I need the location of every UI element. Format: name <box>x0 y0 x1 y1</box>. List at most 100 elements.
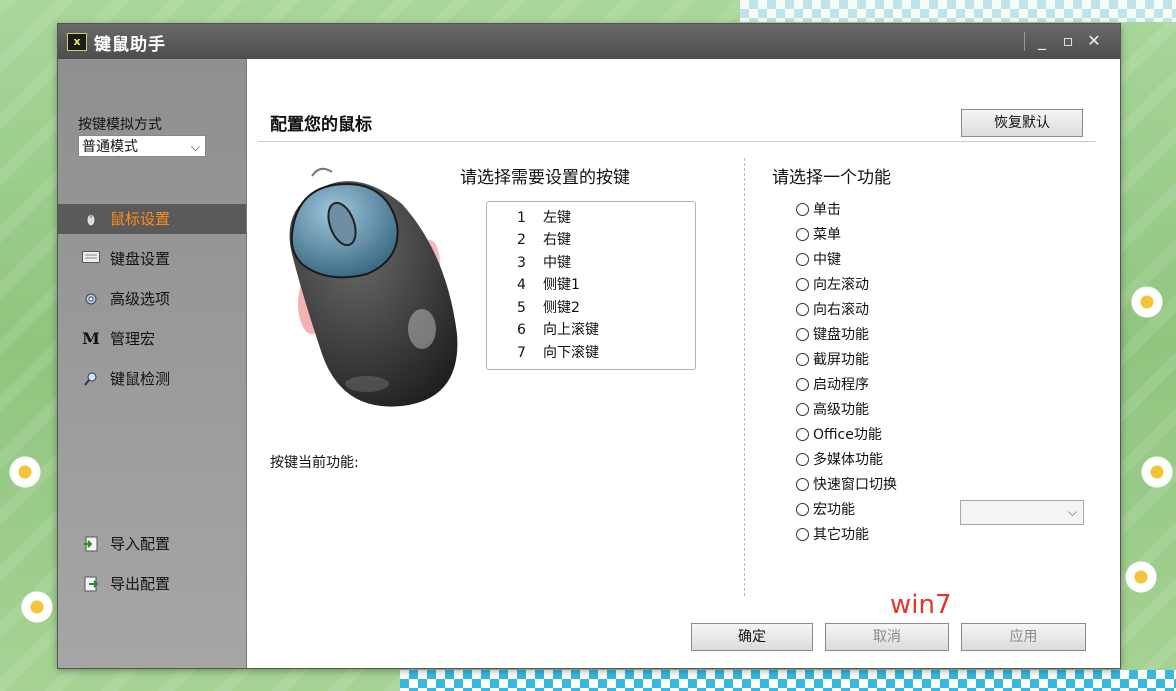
chevron-down-icon: ⌵ <box>190 140 200 154</box>
sidebar-item-manage-macros[interactable]: M 管理宏 <box>58 324 246 354</box>
key-label: 右键 <box>543 232 571 248</box>
radio-circle-icon[interactable] <box>796 303 809 316</box>
list-item[interactable]: 5 侧键2 <box>517 297 580 319</box>
apply-button[interactable]: 应用 <box>961 623 1086 651</box>
simulation-mode-label: 按键模拟方式 <box>78 117 162 133</box>
sidebar-item-label: 高级选项 <box>110 290 171 308</box>
list-item[interactable]: 2 右键 <box>517 229 571 251</box>
radio-circle-icon[interactable] <box>796 503 809 516</box>
function-radio-multimedia[interactable]: 多媒体功能 <box>796 449 883 471</box>
function-radio-scroll-left[interactable]: 向左滚动 <box>796 274 869 296</box>
title-bar[interactable]: x 键鼠助手 _ ▫ ✕ <box>58 24 1120 59</box>
key-label: 侧键2 <box>543 300 580 316</box>
keyboard-icon <box>82 251 100 267</box>
maximize-button[interactable]: ▫ <box>1058 31 1078 51</box>
daisy-decoration <box>1124 560 1158 594</box>
radio-circle-icon[interactable] <box>796 278 809 291</box>
simulation-mode-select[interactable]: 普通模式 ⌵ <box>78 135 206 157</box>
function-radio-other[interactable]: 其它功能 <box>796 524 869 546</box>
radio-circle-icon[interactable] <box>796 428 809 441</box>
function-radio-keyboard[interactable]: 键盘功能 <box>796 324 869 346</box>
radio-circle-icon[interactable] <box>796 403 809 416</box>
function-radio-office[interactable]: Office功能 <box>796 424 882 446</box>
function-radio-scroll-right[interactable]: 向右滚动 <box>796 299 869 321</box>
sidebar-item-label: 导入配置 <box>110 535 171 553</box>
titlebar-divider <box>1024 32 1025 51</box>
radio-label: 截屏功能 <box>813 352 869 368</box>
macro-select[interactable]: ⌵ <box>960 500 1084 525</box>
list-item[interactable]: 6 向上滚键 <box>517 319 599 341</box>
minimize-button[interactable]: _ <box>1032 31 1052 51</box>
sidebar-item-advanced-options[interactable]: 高级选项 <box>58 284 246 314</box>
function-radio-macro[interactable]: 宏功能 <box>796 499 855 521</box>
cancel-button[interactable]: 取消 <box>825 623 949 651</box>
daisy-decoration <box>8 455 42 489</box>
simulation-mode-value: 普通模式 <box>82 139 138 155</box>
export-config-button[interactable]: 导出配置 <box>58 569 246 599</box>
key-number: 2 <box>517 232 526 248</box>
list-item[interactable]: 1 左键 <box>517 207 571 229</box>
key-list[interactable]: 1 左键 2 右键 3 中键 4 侧键1 5 侧键2 6 向上滚键 7 向下滚键 <box>486 201 696 370</box>
export-icon <box>82 576 100 592</box>
radio-label: 键盘功能 <box>813 327 869 343</box>
radio-circle-icon[interactable] <box>796 328 809 341</box>
radio-circle-icon[interactable] <box>796 528 809 541</box>
radio-circle-icon[interactable] <box>796 203 809 216</box>
app-logo-icon: x <box>67 33 87 51</box>
window-title: 键鼠助手 <box>94 35 166 55</box>
chevron-down-icon: ⌵ <box>1067 505 1077 519</box>
win7-watermark-text: win7 <box>890 590 952 620</box>
sidebar: 按键模拟方式 普通模式 ⌵ 鼠标设置 键盘设置 高级选项 M 管理宏 键鼠检测 … <box>58 59 247 668</box>
sidebar-item-label: 管理宏 <box>110 330 156 348</box>
mouse-icon <box>82 211 100 227</box>
import-config-button[interactable]: 导入配置 <box>58 529 246 559</box>
sidebar-item-input-test[interactable]: 键鼠检测 <box>58 364 246 394</box>
import-icon <box>82 536 100 552</box>
list-item[interactable]: 4 侧键1 <box>517 274 580 296</box>
radio-label: 高级功能 <box>813 402 869 418</box>
radio-label: 多媒体功能 <box>813 452 883 468</box>
key-number: 1 <box>517 210 526 226</box>
app-window: x 键鼠助手 _ ▫ ✕ 按键模拟方式 普通模式 ⌵ 鼠标设置 键盘设置 高级选… <box>58 24 1120 668</box>
key-label: 左键 <box>543 210 571 226</box>
ok-button[interactable]: 确定 <box>691 623 813 651</box>
daisy-decoration <box>1140 455 1174 489</box>
key-label: 向上滚键 <box>543 322 599 338</box>
restore-defaults-button[interactable]: 恢复默认 <box>961 109 1083 137</box>
current-function-label: 按键当前功能: <box>270 455 359 471</box>
sidebar-item-mouse-settings[interactable]: 鼠标设置 <box>58 204 246 234</box>
sidebar-item-label: 键鼠检测 <box>110 370 171 388</box>
daisy-decoration <box>20 590 54 624</box>
gear-icon <box>82 291 100 307</box>
list-item[interactable]: 7 向下滚键 <box>517 342 599 364</box>
radio-circle-icon[interactable] <box>796 253 809 266</box>
key-number: 7 <box>517 345 526 361</box>
function-radio-middle[interactable]: 中键 <box>796 249 841 271</box>
sidebar-item-keyboard-settings[interactable]: 键盘设置 <box>58 244 246 274</box>
function-radio-screenshot[interactable]: 截屏功能 <box>796 349 869 371</box>
magnifier-icon <box>82 371 100 387</box>
wallpaper-checker-bottom <box>400 670 1176 691</box>
function-radio-window-switch[interactable]: 快速窗口切换 <box>796 474 897 496</box>
close-button[interactable]: ✕ <box>1084 31 1104 51</box>
sidebar-item-label: 导出配置 <box>110 575 171 593</box>
radio-label: 快速窗口切换 <box>813 477 897 493</box>
key-label: 中键 <box>543 255 571 271</box>
radio-circle-icon[interactable] <box>796 228 809 241</box>
function-radio-launch-program[interactable]: 启动程序 <box>796 374 869 396</box>
sidebar-item-label: 鼠标设置 <box>110 210 171 228</box>
select-key-heading: 请选择需要设置的按键 <box>460 168 630 188</box>
key-label: 侧键1 <box>543 277 580 293</box>
macro-m-icon: M <box>82 329 100 348</box>
radio-circle-icon[interactable] <box>796 378 809 391</box>
key-number: 6 <box>517 322 526 338</box>
column-divider <box>744 158 745 596</box>
function-radio-advanced[interactable]: 高级功能 <box>796 399 869 421</box>
list-item[interactable]: 3 中键 <box>517 252 571 274</box>
function-radio-click[interactable]: 单击 <box>796 199 841 221</box>
radio-circle-icon[interactable] <box>796 453 809 466</box>
radio-circle-icon[interactable] <box>796 478 809 491</box>
radio-label: Office功能 <box>813 427 882 443</box>
radio-circle-icon[interactable] <box>796 353 809 366</box>
function-radio-menu[interactable]: 菜单 <box>796 224 841 246</box>
